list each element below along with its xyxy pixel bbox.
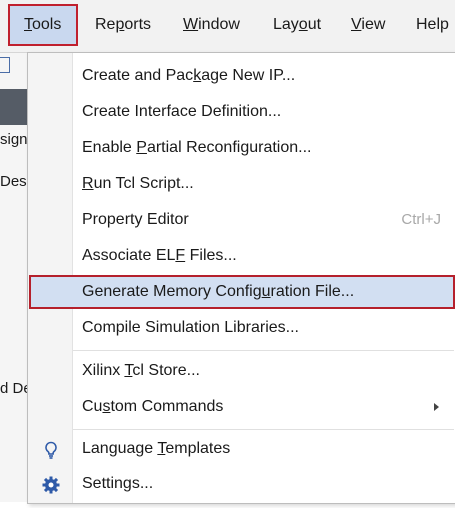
menu-item-generate-memory-configuration-file[interactable]: Generate Memory Configuration File...: [29, 275, 455, 309]
background-text: sign: [0, 131, 28, 148]
menu-mnemonic: T: [24, 16, 32, 33]
menu-item-xilinx-tcl-store[interactable]: Xilinx Tcl Store...: [29, 354, 455, 388]
gear-icon: [41, 474, 61, 494]
menu-label: ut: [307, 16, 322, 33]
tools-dropdown-menu: Create and Package New IP... Create Inte…: [27, 52, 455, 504]
menu-window[interactable]: Window: [183, 6, 240, 44]
menu-item-label: Run Tcl Script...: [82, 175, 194, 192]
menu-label: orts: [124, 16, 152, 33]
menu-label: Help: [416, 16, 449, 33]
menu-label: Lay: [273, 16, 299, 33]
menu-view[interactable]: View: [351, 6, 385, 44]
menu-tools[interactable]: Tools: [8, 4, 78, 46]
menu-item-label: Generate Memory Configuration File...: [82, 283, 355, 300]
menu-mnemonic: W: [183, 16, 199, 33]
menu-separator: [73, 350, 454, 351]
menu-reports[interactable]: Reports: [95, 6, 151, 44]
menu-label: Re: [95, 16, 116, 33]
menu-item-settings[interactable]: Settings...: [29, 467, 455, 501]
menu-label: indow: [198, 16, 240, 33]
file-icon: [0, 57, 10, 73]
menu-label: iew: [361, 16, 386, 33]
menu-item-custom-commands[interactable]: Custom Commands: [29, 390, 455, 424]
menu-item-compile-simulation-libraries[interactable]: Compile Simulation Libraries...: [29, 311, 455, 345]
menu-mnemonic: o: [298, 16, 308, 33]
menu-item-label: Custom Commands: [82, 398, 224, 415]
submenu-arrow-icon: [434, 403, 439, 411]
menubar: Tools Reports Window Layout View Help: [0, 0, 455, 53]
shortcut-text: Ctrl+J: [401, 211, 441, 228]
menu-item-property-editor[interactable]: Property Editor Ctrl+J: [29, 203, 455, 237]
lightbulb-icon: [41, 439, 61, 459]
menu-item-enable-partial-reconfiguration[interactable]: Enable Partial Reconfiguration...: [29, 131, 455, 165]
menu-layout[interactable]: Layout: [273, 6, 321, 44]
menu-item-language-templates[interactable]: Language Templates: [29, 432, 455, 466]
menu-mnemonic: V: [351, 16, 362, 33]
menu-item-label: Associate ELF Files...: [82, 247, 237, 264]
menu-item-label: Compile Simulation Libraries...: [82, 319, 299, 336]
menu-item-create-package-ip[interactable]: Create and Package New IP...: [29, 59, 455, 93]
menu-item-label: Create and Package New IP...: [82, 67, 296, 84]
menu-item-label: Property Editor: [82, 211, 189, 228]
menu-item-create-interface-definition[interactable]: Create Interface Definition...: [29, 95, 455, 129]
menu-item-label: Settings...: [82, 475, 154, 492]
menu-label: ools: [32, 16, 62, 33]
menu-item-label: Enable Partial Reconfiguration...: [82, 139, 312, 156]
background-dark-header: [0, 89, 30, 125]
menu-help[interactable]: Help: [416, 6, 449, 44]
menu-item-label: Xilinx Tcl Store...: [82, 362, 200, 379]
menu-item-run-tcl-script[interactable]: Run Tcl Script...: [29, 167, 455, 201]
menu-item-label: Language Templates: [82, 440, 231, 457]
menu-item-associate-elf-files[interactable]: Associate ELF Files...: [29, 239, 455, 273]
background-text: Des: [0, 173, 27, 190]
menu-separator: [73, 429, 454, 430]
menu-item-label: Create Interface Definition...: [82, 103, 282, 120]
